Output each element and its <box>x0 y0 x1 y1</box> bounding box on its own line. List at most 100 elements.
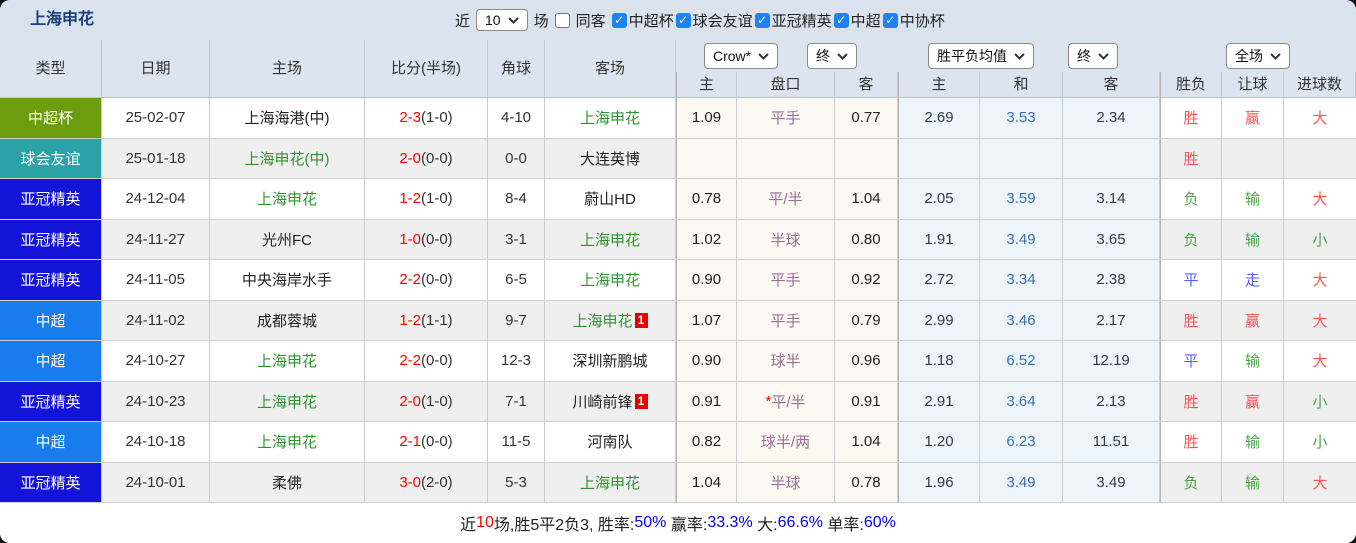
bookmaker-time-select[interactable]: 终 <box>807 43 857 69</box>
summary-segment-6: 大: <box>752 517 778 534</box>
avg-home-cell <box>898 138 980 178</box>
away-team-link[interactable]: 河南队 <box>587 431 632 452</box>
result-cell: 胜 <box>1160 422 1222 462</box>
league-checkbox-label: 球会友谊 <box>692 12 753 30</box>
odds-home-value: 1.04 <box>691 473 722 491</box>
score-cell: 2-3 (1-0) <box>365 98 488 138</box>
league-checkbox-2[interactable] <box>754 12 770 28</box>
handicap-cell: 平手 <box>737 98 835 138</box>
goals-result-cell <box>1284 139 1356 179</box>
league-checkbox-1[interactable] <box>675 12 691 28</box>
avg-home-value: 1.96 <box>924 473 954 491</box>
match-date-text: 24-11-05 <box>126 271 185 289</box>
home-team-link[interactable]: 中央海岸水手 <box>242 269 332 290</box>
halftime-score: (0-0) <box>421 149 453 167</box>
home-team-link[interactable]: 上海申花 <box>257 188 317 209</box>
recent-count-select[interactable]: 10 <box>476 9 528 31</box>
result-value: 胜 <box>1183 393 1199 411</box>
odds-home-value: 1.07 <box>691 311 722 329</box>
average-odds-select[interactable]: 胜平负均值 <box>928 43 1034 69</box>
home-team-link[interactable]: 柔佛 <box>272 472 302 493</box>
odds-home-value: 0.90 <box>691 271 722 289</box>
home-team-cell: 光州FC <box>210 219 365 259</box>
corners-text: 12-3 <box>500 352 532 370</box>
away-team-link[interactable]: 上海申花 <box>580 472 640 493</box>
odds-away-cell <box>835 138 898 178</box>
away-team-link[interactable]: 上海申花 <box>580 229 640 250</box>
avg-draw-value: 3.46 <box>1006 311 1036 329</box>
goals-result-value: 大 <box>1312 353 1328 371</box>
league-checkbox-4[interactable] <box>882 12 898 28</box>
odds-away-cell: 0.78 <box>835 462 898 502</box>
home-team-link[interactable]: 上海海港(中) <box>245 107 330 128</box>
league-type-badge: 中超 <box>0 422 102 462</box>
table-row: 亚冠精英 24-11-27 光州FC 1-0 (0-0) 3-1 上海申花 1.02 半球 0.8… <box>0 219 1356 260</box>
away-team-link[interactable]: 深圳新鹏城 <box>572 350 647 371</box>
handicap-result-cell: 输 <box>1222 462 1284 502</box>
league-type-badge: 亚冠精英 <box>0 462 102 502</box>
bookmaker-select[interactable]: Crow* <box>704 43 779 69</box>
avg-draw-value: 3.59 <box>1006 190 1036 208</box>
fulltime-score: 2-2 <box>399 352 421 370</box>
same-away-checkbox[interactable] <box>554 12 570 28</box>
home-team-link[interactable]: 上海申花 <box>257 391 317 412</box>
fulltime-score: 1-0 <box>399 230 421 248</box>
result-cell: 胜 <box>1160 138 1222 178</box>
odds-home-cell: 0.91 <box>676 381 737 421</box>
home-team-link[interactable]: 成都蓉城 <box>257 310 317 331</box>
home-team-link[interactable]: 上海申花(中) <box>245 148 330 169</box>
result-cell: 胜 <box>1160 300 1222 340</box>
halftime-score: (2-0) <box>421 473 453 491</box>
match-date-text: 24-11-02 <box>126 311 185 329</box>
league-type-label: 亚冠精英 <box>20 272 81 290</box>
away-team-link[interactable]: 川崎前锋 <box>572 391 632 412</box>
league-checkbox-3[interactable] <box>833 12 849 28</box>
average-time-select[interactable]: 终 <box>1068 43 1118 69</box>
score-cell: 1-0 (0-0) <box>365 219 488 259</box>
home-team-link[interactable]: 上海申花 <box>257 350 317 371</box>
league-filter-group: 中超杯球会友谊亚冠精英中超中协杯 <box>611 10 945 31</box>
fulltime-score: 3-0 <box>399 473 421 491</box>
home-team-cell: 中央海岸水手 <box>210 260 365 300</box>
matches-label: 场 <box>533 12 549 30</box>
match-date: 24-11-05 <box>102 260 210 300</box>
league-type-badge: 中超杯 <box>0 98 102 138</box>
avg-away-value: 3.14 <box>1096 190 1126 208</box>
handicap-cell: 平手 <box>737 300 835 340</box>
home-team-link[interactable]: 上海申花 <box>257 431 317 452</box>
handicap-result-cell: 输 <box>1222 341 1284 381</box>
score-cell: 2-0 (1-0) <box>365 381 488 421</box>
league-type-label: 亚冠精英 <box>20 231 81 249</box>
header-select-row: Crow* 终 胜平负均值 终 全场 <box>676 40 1356 72</box>
corners-cell: 9-7 <box>488 300 545 340</box>
league-checkbox-0[interactable] <box>611 12 627 28</box>
odds-home-value: 0.82 <box>691 433 722 451</box>
away-team-link[interactable]: 蔚山HD <box>584 188 636 209</box>
halftime-score: (1-0) <box>421 190 453 208</box>
away-team-link[interactable]: 上海申花 <box>580 107 640 128</box>
handicap-value: 球半/两 <box>760 434 811 452</box>
scope-select[interactable]: 全场 <box>1226 43 1290 69</box>
home-team-cell: 上海申花 <box>210 381 365 421</box>
league-type-badge: 亚冠精英 <box>0 179 102 219</box>
avg-draw-value: 3.49 <box>1006 473 1036 491</box>
away-team-link[interactable]: 上海申花 <box>580 269 640 290</box>
match-date-text: 25-01-18 <box>125 149 186 167</box>
handicap-value: 平/半 <box>768 191 803 209</box>
match-date-text: 24-10-23 <box>125 392 186 410</box>
match-date: 25-01-18 <box>102 138 210 178</box>
avg-draw-cell: 3.34 <box>980 260 1063 300</box>
avg-away-value: 2.17 <box>1096 311 1126 329</box>
away-team-link[interactable]: 大连英博 <box>580 148 640 169</box>
match-date: 24-11-27 <box>102 219 210 259</box>
fulltime-score: 2-1 <box>399 433 421 451</box>
handicap-cell: 半球 <box>737 462 835 502</box>
league-type-label: 亚冠精英 <box>20 474 81 492</box>
match-date: 24-10-18 <box>102 422 210 462</box>
handicap-cell: 平手 <box>737 260 835 300</box>
goals-result-value: 小 <box>1312 231 1328 249</box>
col-header-type: 类型 <box>0 40 102 97</box>
league-type-badge: 中超 <box>0 300 102 340</box>
home-team-link[interactable]: 光州FC <box>262 229 312 250</box>
away-team-link[interactable]: 上海申花 <box>572 310 632 331</box>
